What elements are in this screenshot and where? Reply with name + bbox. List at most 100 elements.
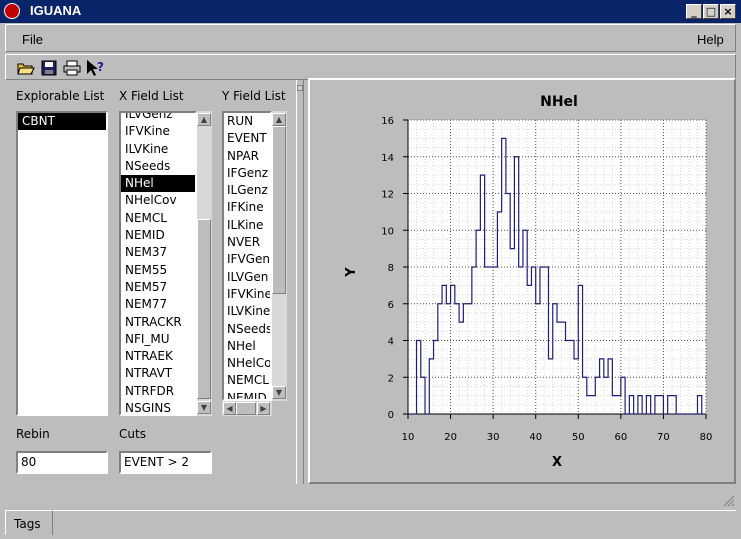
histogram-bin (519, 266, 523, 268)
histogram-bin (514, 156, 518, 158)
list-item[interactable]: ILVKine (224, 303, 270, 320)
x-tick-label: 70 (657, 432, 670, 443)
list-item[interactable]: IFVKine (121, 123, 195, 140)
x-tick-label: 80 (700, 432, 713, 443)
list-item[interactable]: IFVGen (224, 251, 270, 268)
list-item[interactable]: NSeeds (121, 158, 195, 175)
histogram-bin (680, 413, 684, 415)
histogram-bin (583, 376, 587, 378)
list-item[interactable]: NTRACKR (121, 314, 195, 331)
list-item[interactable]: IFKine (224, 199, 270, 216)
list-item[interactable]: NTRAEK (121, 348, 195, 365)
list-item[interactable]: ILKine (224, 217, 270, 234)
rebin-input[interactable]: 80 (16, 451, 108, 474)
list-item[interactable]: IFVKine (224, 286, 270, 303)
plot-panel[interactable]: 10 20 30 40 50 60 70 80 0 2 4 6 8 10 12 14 16 NHel X Y (308, 78, 736, 484)
list-item[interactable]: NTRAVT (121, 365, 195, 382)
x-field-scrollbar[interactable]: ▲ ▼ (197, 111, 212, 416)
scroll-up-icon[interactable]: ▲ (197, 113, 211, 126)
scroll-down-icon[interactable]: ▼ (272, 386, 286, 399)
cuts-label: Cuts (119, 427, 146, 441)
list-item[interactable]: NFI_MU (121, 331, 195, 348)
histogram-bin (566, 340, 570, 342)
scroll-thumb[interactable] (197, 219, 211, 399)
splitter-handle[interactable] (296, 80, 304, 484)
list-item[interactable]: NVER (224, 234, 270, 251)
histogram-bin (531, 266, 535, 268)
histogram-bin (527, 284, 531, 286)
histogram-bin (655, 395, 659, 397)
list-item[interactable]: NEM55 (121, 262, 195, 279)
list-item[interactable]: NHel (224, 338, 270, 355)
list-item[interactable]: ILVGen (224, 269, 270, 286)
list-item[interactable]: NHel (121, 175, 195, 193)
x-field-list[interactable]: ILVGenz IFVKine ILVKine NSeeds NHel NHelCov NE… (119, 111, 197, 416)
menu-file[interactable]: File (22, 32, 43, 47)
list-item[interactable]: NEMID (121, 227, 195, 244)
list-item[interactable]: NHelCov (121, 192, 195, 209)
explorable-list-label: Explorable List (16, 89, 105, 103)
y-field-list[interactable]: RUN EVENT NPAR IFGenz ILGenz IFKine ILKine NVER… (222, 111, 272, 401)
close-button[interactable]: × (720, 4, 736, 19)
list-item[interactable]: NEM57 (121, 279, 195, 296)
scroll-down-icon[interactable]: ▼ (197, 401, 211, 414)
minimize-button[interactable]: _ (686, 4, 702, 19)
title-bar[interactable]: IGUANA _ □ × (0, 0, 741, 23)
histogram-bin (412, 413, 416, 415)
scroll-up-icon[interactable]: ▲ (272, 113, 286, 126)
y-tick-label: 8 (388, 263, 394, 274)
tab-bar-line (53, 510, 736, 511)
list-item[interactable]: NEMCL (121, 210, 195, 227)
x-tick-label: 20 (444, 432, 457, 443)
x-field-list-label: X Field List (119, 89, 184, 103)
histogram-bin (548, 358, 552, 360)
list-item[interactable]: ILVGenz (121, 113, 195, 123)
list-item[interactable]: NSeeds (224, 321, 270, 338)
list-item[interactable]: CBNT (18, 113, 106, 131)
list-item[interactable]: IFGenz (224, 165, 270, 182)
scroll-thumb[interactable] (236, 402, 256, 415)
print-icon[interactable] (62, 58, 82, 78)
histogram-bin (604, 376, 608, 378)
cuts-input[interactable]: EVENT > 2 (119, 451, 212, 474)
histogram-bin (591, 395, 595, 397)
histogram-bin (421, 376, 425, 378)
histogram-bin (638, 395, 642, 397)
histogram-bin (689, 413, 693, 415)
histogram-bin (544, 266, 548, 268)
list-item[interactable]: NSGINS (121, 400, 195, 414)
y-tick-label: 0 (388, 410, 394, 421)
y-field-hscrollbar[interactable]: ◀ ▶ (222, 401, 272, 416)
list-item[interactable]: NEMCL (224, 372, 270, 389)
splitter-grip-icon[interactable] (297, 85, 303, 91)
scroll-left-icon[interactable]: ◀ (223, 402, 236, 415)
histogram-bin (417, 340, 421, 342)
x-tick-label: 30 (487, 432, 500, 443)
open-icon[interactable] (16, 58, 36, 78)
list-item[interactable]: NHelCo (224, 355, 270, 372)
list-item[interactable]: NTRFDR (121, 383, 195, 400)
list-item[interactable]: ILGenz (224, 182, 270, 199)
scroll-thumb[interactable] (272, 126, 286, 294)
histogram-bin (685, 413, 689, 415)
list-item[interactable]: NEM77 (121, 296, 195, 313)
list-item[interactable]: ILVKine (121, 141, 195, 158)
save-icon[interactable] (39, 58, 59, 78)
whats-this-icon[interactable]: ? (85, 58, 105, 78)
scroll-right-icon[interactable]: ▶ (257, 402, 270, 415)
list-item[interactable]: NEMID (224, 390, 270, 399)
list-item[interactable]: RUN (224, 113, 270, 130)
explorable-list[interactable]: CBNT (16, 111, 108, 416)
y-field-vscrollbar[interactable]: ▲ ▼ (272, 111, 287, 401)
x-tick-label: 60 (614, 432, 627, 443)
y-tick-label: 10 (381, 226, 394, 237)
histogram-chart[interactable]: 10 20 30 40 50 60 70 80 0 2 4 6 8 10 12 14 16 NHel X Y (310, 80, 734, 482)
menu-help[interactable]: Help (697, 32, 724, 47)
list-item[interactable]: NPAR (224, 148, 270, 165)
svg-text:?: ? (97, 60, 104, 74)
list-item[interactable]: EVENT (224, 130, 270, 147)
tab-tags[interactable]: Tags (5, 510, 53, 535)
resize-grip-icon[interactable] (723, 495, 735, 507)
maximize-button[interactable]: □ (703, 4, 719, 19)
list-item[interactable]: NEM37 (121, 244, 195, 261)
